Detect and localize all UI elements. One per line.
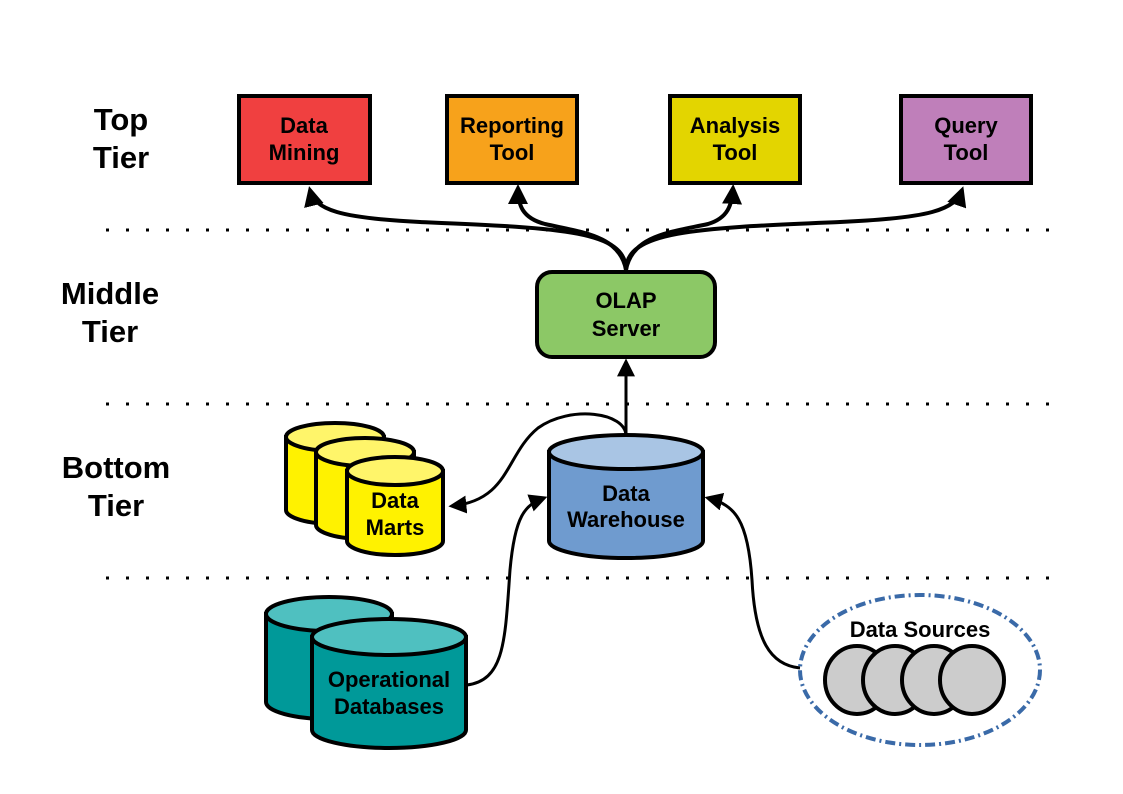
data-warehouse: Data Warehouse [547,433,705,560]
svg-text:Data: Data [280,113,328,138]
tier-label-bottom: Bottom [62,450,170,485]
data-sources: Data Sources [798,593,1042,747]
arrow-sources-to-warehouse [704,492,801,670]
svg-text:Reporting: Reporting [460,113,564,138]
svg-text:Mining: Mining [269,140,340,165]
svg-text:Marts: Marts [366,515,425,540]
svg-text:Tool: Tool [944,140,989,165]
tier-label-middle: Middle [61,276,159,311]
tier-label-top: Top [94,102,149,137]
svg-text:Data: Data [602,481,650,506]
svg-text:OLAP: OLAP [595,288,656,313]
tool-reporting: Reporting Tool [445,94,579,185]
tier-label-middle-2: Tier [82,314,138,349]
svg-text:Tool: Tool [713,140,758,165]
tier-label-bottom-2: Tier [88,488,144,523]
svg-text:Data: Data [371,488,419,513]
svg-text:Warehouse: Warehouse [567,507,685,532]
olap-server: OLAP Server [535,270,717,359]
svg-text:Operational: Operational [328,667,450,692]
tier-label-top-2: Tier [93,140,149,175]
svg-text:Data Sources: Data Sources [850,617,991,642]
data-warehouse-architecture-diagram: Top Tier Middle Tier Bottom Tier Data Mi… [61,94,1066,750]
svg-text:Databases: Databases [334,694,444,719]
tool-analysis: Analysis Tool [668,94,802,185]
data-marts: Data Marts [284,421,445,557]
tool-data-mining: Data Mining [237,94,372,185]
svg-text:Server: Server [592,316,661,341]
data-source-disk [938,644,1006,716]
tool-query: Query Tool [899,94,1033,185]
operational-databases: Operational Databases [264,595,468,750]
svg-text:Tool: Tool [490,140,535,165]
svg-text:Analysis: Analysis [690,113,781,138]
svg-text:Query: Query [934,113,998,138]
arrow-operational-to-warehouse [466,494,548,687]
